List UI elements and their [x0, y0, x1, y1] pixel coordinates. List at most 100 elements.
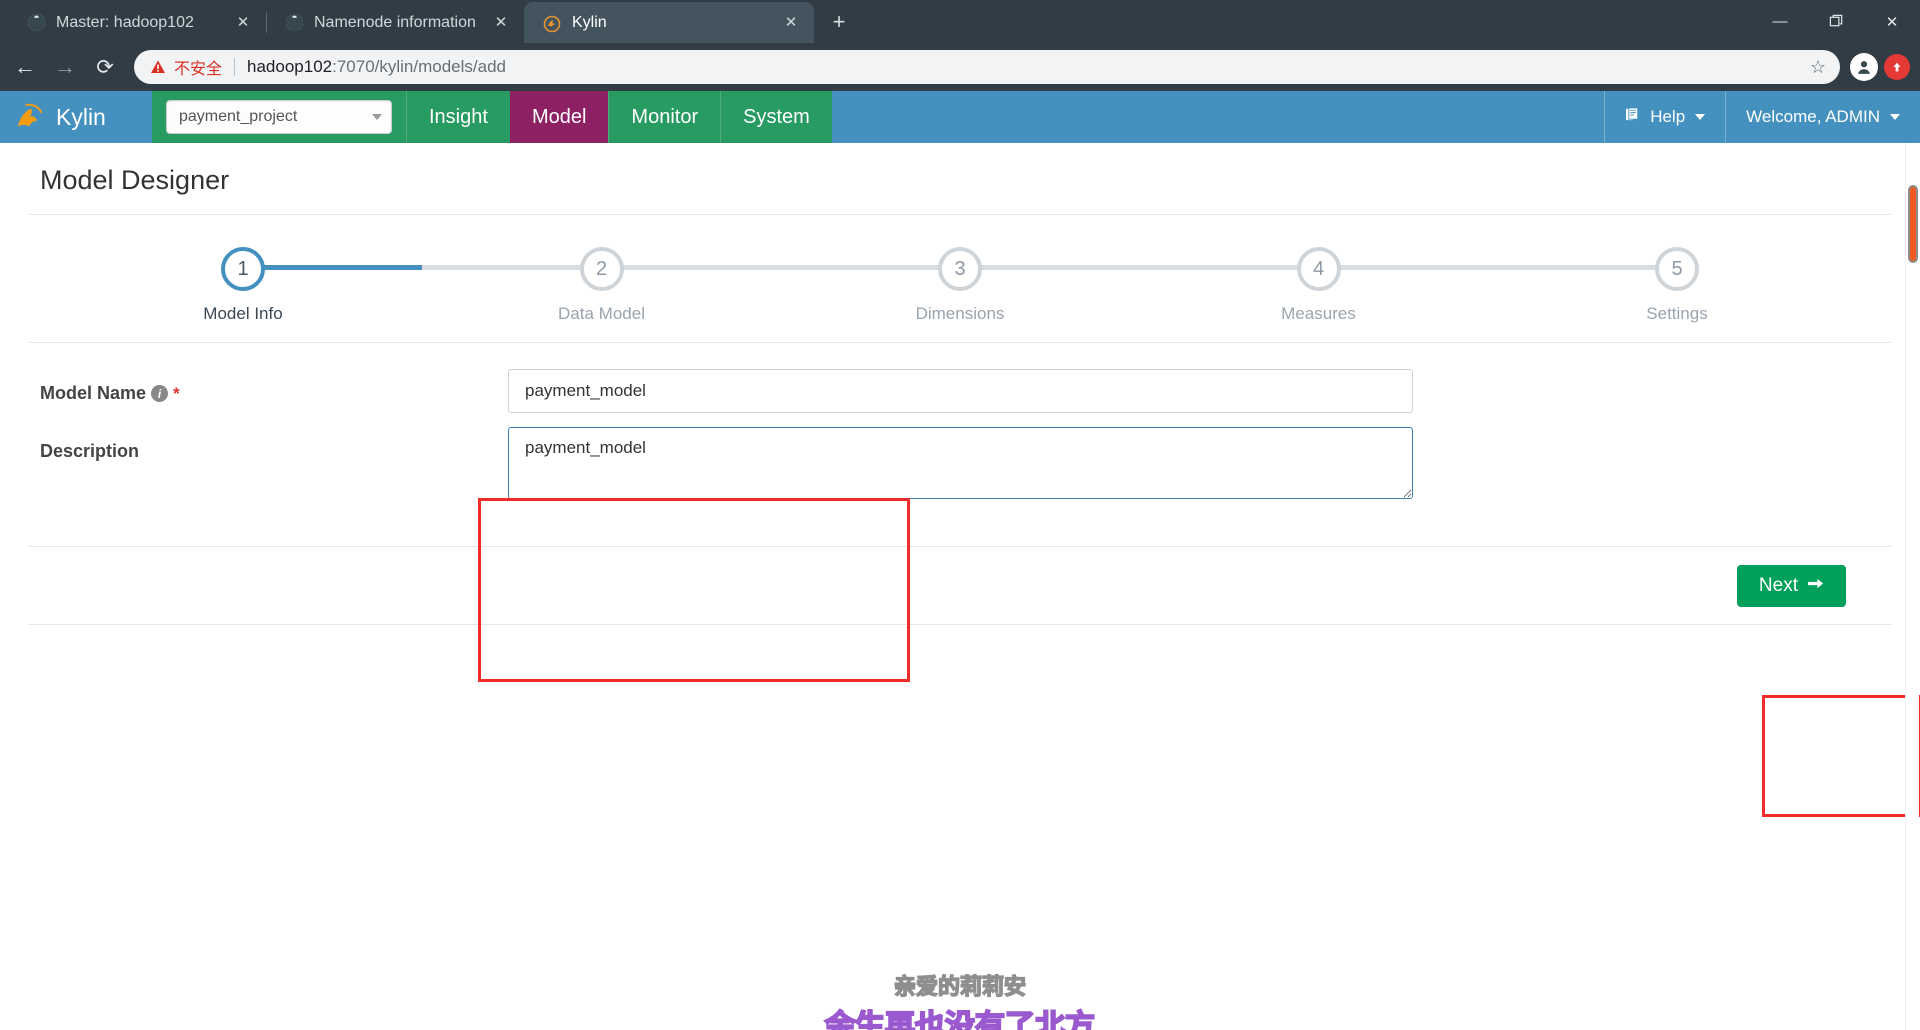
model-name-input[interactable] — [508, 369, 1413, 413]
toolbar-right-actions — [1850, 53, 1910, 81]
chevron-down-icon — [372, 114, 382, 120]
wizard-step-5[interactable]: 5 Settings — [1612, 247, 1742, 324]
help-menu[interactable]: Help — [1604, 91, 1725, 143]
omnibox-divider — [234, 58, 236, 76]
description-label-text: Description — [40, 441, 140, 461]
wizard-step-5-label: Settings — [1646, 304, 1708, 323]
page-title: Model Designer — [40, 165, 230, 195]
kylin-brand[interactable]: Kylin — [0, 91, 152, 143]
model-name-label: Model Name i * — [28, 369, 508, 404]
user-menu[interactable]: Welcome, ADMIN — [1725, 91, 1920, 143]
wizard-step-4[interactable]: 4 Measures — [1254, 247, 1384, 324]
navbar-spacer — [831, 91, 1605, 143]
close-icon[interactable]: ✕ — [1864, 0, 1920, 43]
browser-toolbar: ← → ⟳ 不安全 hadoop102:7070/kylin/models/ad… — [0, 43, 1920, 91]
model-name-label-text: Model Name — [40, 383, 147, 403]
update-icon[interactable] — [1884, 54, 1910, 80]
new-tab-button[interactable]: + — [822, 5, 856, 39]
browser-chrome: Master: hadoop102 ✕ Namenode information… — [0, 0, 1920, 91]
project-select-value: payment_project — [179, 108, 298, 125]
description-row: Description — [28, 427, 1892, 504]
back-icon[interactable]: ← — [6, 48, 44, 86]
nav-item-insight-label: Insight — [429, 105, 488, 128]
chevron-down-icon — [1890, 114, 1900, 120]
close-icon[interactable]: ✕ — [780, 12, 802, 34]
description-label: Description — [28, 427, 508, 462]
description-textarea[interactable] — [508, 427, 1413, 499]
wizard-step-3-label: Dimensions — [915, 304, 1005, 323]
wizard-step-1-label: Model Info — [203, 304, 283, 323]
browser-tab-3-title: Kylin — [572, 13, 607, 31]
model-designer-panel: 1 Model Info 2 Data Model 3 Dimensions 4… — [28, 214, 1892, 624]
nav-item-system[interactable]: System — [720, 91, 832, 143]
url-path: :7070/kylin/models/add — [332, 57, 506, 76]
model-name-control — [508, 369, 1413, 413]
watermark-line-2: 余生再也没有了北方 — [824, 1008, 1096, 1030]
nav-item-monitor-label: Monitor — [631, 105, 699, 128]
wizard-actions: Next — [28, 546, 1892, 624]
tab-strip: Master: hadoop102 ✕ Namenode information… — [0, 0, 1920, 43]
next-button[interactable]: Next — [1736, 564, 1846, 607]
watermark-line-1: 亲爱的莉莉安 — [893, 974, 1027, 1000]
wizard-step-3-number: 3 — [938, 247, 982, 291]
wizard-step-4-number: 4 — [1296, 247, 1341, 291]
wizard-step-2-label: Data Model — [558, 304, 645, 323]
address-bar[interactable]: 不安全 hadoop102:7070/kylin/models/add ☆ — [134, 50, 1840, 84]
arrow-right-icon — [1807, 575, 1824, 597]
kylin-icon — [542, 13, 562, 33]
wizard-step-3[interactable]: 3 Dimensions — [895, 247, 1025, 324]
url-text: hadoop102:7070/kylin/models/add — [247, 57, 506, 77]
description-control — [508, 427, 1413, 504]
wizard-step-2[interactable]: 2 Data Model — [537, 247, 667, 324]
panel-bottom-divider — [28, 624, 1892, 625]
wizard-step-5-number: 5 — [1655, 247, 1699, 291]
model-name-row: Model Name i * — [28, 369, 1892, 413]
help-menu-label: Help — [1650, 107, 1686, 126]
globe-icon — [284, 13, 304, 33]
book-icon — [1625, 107, 1642, 127]
browser-tab-1[interactable]: Master: hadoop102 ✕ — [8, 2, 266, 43]
browser-tab-1-title: Master: hadoop102 — [56, 13, 194, 31]
user-menu-label: Welcome, ADMIN — [1746, 107, 1880, 126]
bookmark-star-icon[interactable]: ☆ — [1800, 57, 1826, 78]
maximize-icon[interactable] — [1808, 0, 1864, 43]
browser-tab-2[interactable]: Namenode information ✕ — [266, 2, 524, 43]
model-info-form: Model Name i * Description — [28, 342, 1892, 546]
kylin-logo-icon — [14, 102, 48, 132]
kylin-brand-label: Kylin — [56, 103, 106, 130]
project-selector-wrap: payment_project — [152, 91, 406, 143]
nav-item-model[interactable]: Model — [509, 91, 609, 143]
nav-item-insight[interactable]: Insight — [406, 91, 510, 143]
browser-tab-2-title: Namenode information — [314, 13, 476, 31]
info-icon[interactable]: i — [151, 385, 169, 402]
wizard-step-2-number: 2 — [579, 247, 624, 291]
forward-icon[interactable]: → — [46, 48, 84, 86]
close-icon[interactable]: ✕ — [490, 12, 512, 34]
nav-item-monitor[interactable]: Monitor — [608, 91, 721, 143]
chevron-down-icon — [1695, 114, 1706, 120]
security-status-label: 不安全 — [174, 61, 223, 78]
page-scrollbar-thumb[interactable] — [1908, 185, 1918, 263]
reload-icon[interactable]: ⟳ — [86, 48, 124, 86]
page-scrollbar[interactable] — [1905, 143, 1919, 1030]
nav-item-system-label: System — [743, 105, 810, 128]
wizard-step-1-number: 1 — [221, 247, 265, 291]
annotation-box-next — [1762, 695, 1920, 817]
nav-item-model-label: Model — [531, 105, 587, 128]
next-button-label: Next — [1758, 574, 1798, 596]
globe-icon — [26, 13, 46, 33]
browser-tab-3[interactable]: Kylin ✕ — [524, 2, 814, 43]
warning-icon — [150, 59, 166, 75]
wizard-steps: 1 Model Info 2 Data Model 3 Dimensions 4… — [28, 215, 1892, 342]
url-host: hadoop102 — [247, 57, 333, 76]
wizard-step-4-label: Measures — [1281, 304, 1356, 323]
project-select[interactable]: payment_project — [166, 100, 392, 134]
page-body: Model Designer 1 Model Info 2 Data Model… — [0, 143, 1920, 1030]
profile-icon[interactable] — [1850, 53, 1878, 81]
wizard-step-1[interactable]: 1 Model Info — [178, 247, 308, 324]
kylin-navbar: Kylin payment_project Insight Model Moni… — [0, 91, 1920, 143]
required-marker: * — [173, 383, 180, 403]
window-controls: — ✕ — [1752, 0, 1920, 43]
close-icon[interactable]: ✕ — [232, 12, 254, 34]
minimize-icon[interactable]: — — [1752, 0, 1808, 43]
